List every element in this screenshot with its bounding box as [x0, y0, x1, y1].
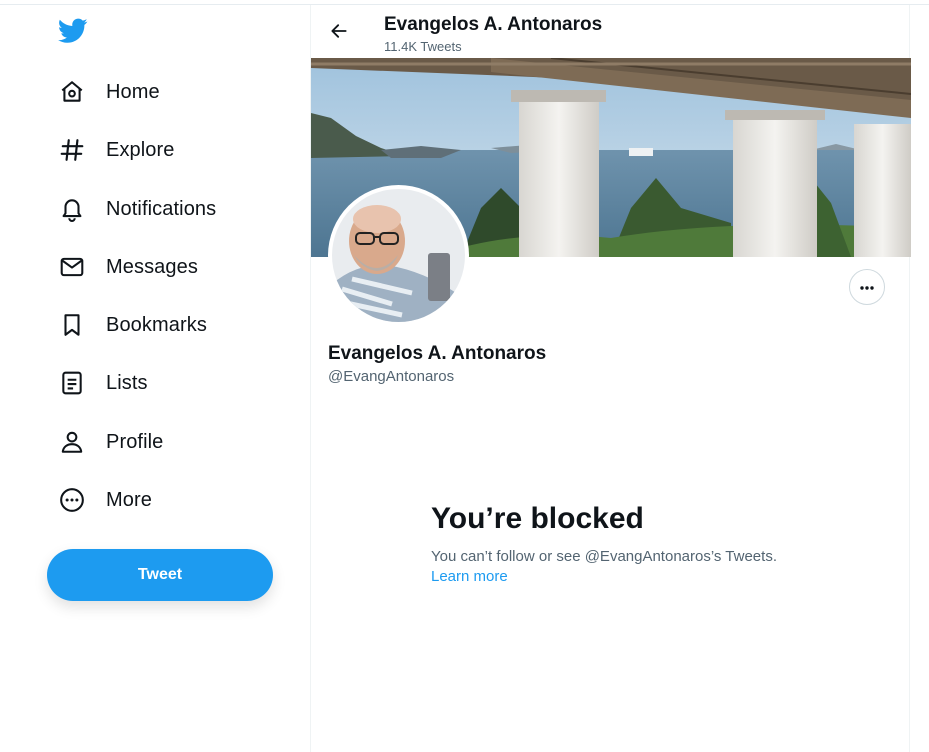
sidebar-item-label: Lists: [106, 371, 148, 394]
home-icon: [58, 78, 86, 106]
twitter-bird-icon[interactable]: [58, 18, 88, 44]
sidebar-item-label: Profile: [106, 430, 164, 453]
sidebar: Home Explore Notifications Messages Book…: [0, 0, 310, 752]
envelope-icon: [58, 253, 86, 281]
more-options-button[interactable]: [849, 269, 885, 305]
profile-header: Evangelos A. Antonaros 11.4K Tweets: [311, 5, 911, 58]
profile-name: Evangelos A. Antonaros: [328, 343, 547, 364]
sidebar-item-label: Notifications: [106, 197, 217, 220]
back-arrow-icon[interactable]: [327, 19, 351, 43]
bell-icon: [58, 195, 86, 223]
list-icon: [58, 369, 86, 397]
sidebar-item-more[interactable]: More: [58, 480, 152, 520]
sidebar-item-messages[interactable]: Messages: [58, 247, 198, 287]
sidebar-item-label: Bookmarks: [106, 313, 207, 336]
tweet-count: 11.4K Tweets: [384, 39, 462, 54]
sidebar-item-profile[interactable]: Profile: [58, 422, 163, 462]
profile-avatar[interactable]: [328, 185, 469, 326]
sidebar-item-label: More: [106, 488, 152, 511]
blocked-title: You’re blocked: [431, 502, 644, 535]
bookmark-icon: [58, 311, 86, 339]
person-icon: [58, 428, 86, 456]
sidebar-item-explore[interactable]: Explore: [58, 130, 175, 170]
more-circle-icon: [58, 486, 86, 514]
sidebar-item-home[interactable]: Home: [58, 72, 160, 112]
sidebar-item-label: Messages: [106, 255, 198, 278]
ellipsis-icon: [859, 278, 875, 296]
sidebar-item-bookmarks[interactable]: Bookmarks: [58, 305, 207, 345]
sidebar-item-lists[interactable]: Lists: [58, 363, 148, 403]
sidebar-item-notifications[interactable]: Notifications: [58, 189, 216, 229]
sidebar-item-label: Explore: [106, 138, 175, 161]
learn-more-link[interactable]: Learn more: [431, 568, 508, 585]
header-title: Evangelos A. Antonaros: [384, 14, 603, 35]
tweet-button[interactable]: Tweet: [47, 549, 273, 601]
hashtag-icon: [58, 136, 86, 164]
profile-column: Evangelos A. Antonaros 11.4K Tweets Evan…: [310, 5, 911, 752]
blocked-description: You can’t follow or see @EvangAntonaros’…: [431, 548, 777, 565]
sidebar-item-label: Home: [106, 80, 160, 103]
profile-handle: @EvangAntonaros: [328, 368, 455, 385]
